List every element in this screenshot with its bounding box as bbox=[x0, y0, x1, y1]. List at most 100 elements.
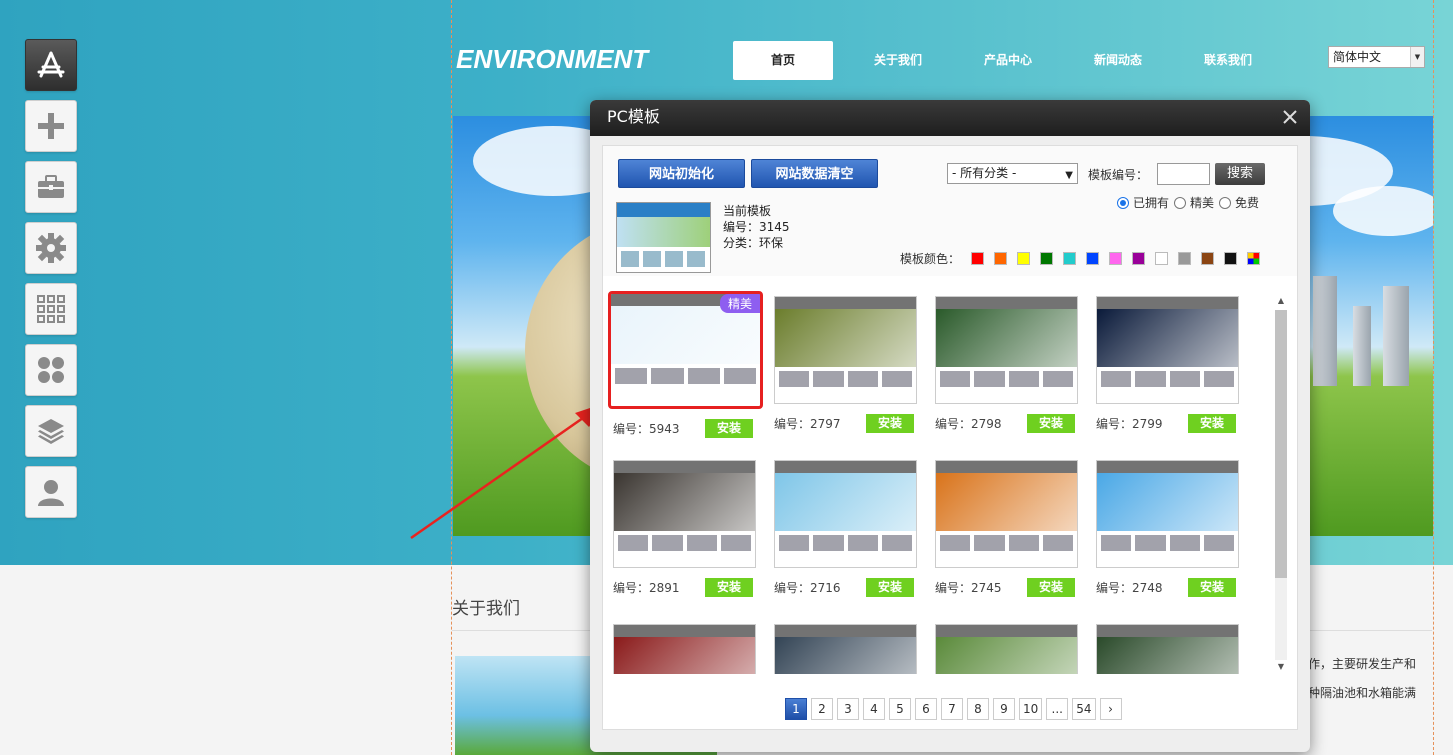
color-swatch[interactable] bbox=[1178, 252, 1191, 265]
clear-site-data-button[interactable]: 网站数据清空 bbox=[751, 159, 878, 188]
install-button[interactable]: 安装 bbox=[1188, 414, 1236, 433]
nav-about[interactable]: 关于我们 bbox=[843, 41, 953, 80]
page-button: ... bbox=[1046, 698, 1069, 720]
category-select[interactable]: - 所有分类 - ▼ bbox=[947, 163, 1078, 184]
page-button[interactable]: 2 bbox=[811, 698, 833, 720]
radio-free[interactable]: 免费 bbox=[1219, 194, 1259, 211]
page-button[interactable]: 5 bbox=[889, 698, 911, 720]
template-thumbnail[interactable]: 精美 bbox=[608, 291, 763, 409]
radio-owned[interactable]: 已拥有 bbox=[1117, 194, 1169, 211]
template-card[interactable]: 编号：2891 安装 bbox=[613, 460, 758, 597]
color-swatch[interactable] bbox=[1155, 252, 1168, 265]
template-thumbnail[interactable] bbox=[613, 624, 756, 674]
template-thumbnail[interactable] bbox=[1096, 460, 1239, 568]
template-number: 编号：2797 bbox=[774, 417, 841, 431]
radio-dot bbox=[1174, 196, 1187, 209]
template-thumbnail[interactable] bbox=[1096, 624, 1239, 674]
about-text-line: 合作，主要研发生产和 bbox=[1296, 657, 1417, 671]
template-thumbnail[interactable] bbox=[774, 296, 917, 404]
page-button[interactable]: 8 bbox=[967, 698, 989, 720]
template-thumbnail[interactable] bbox=[613, 460, 756, 568]
color-swatch-all[interactable] bbox=[1247, 252, 1260, 265]
template-thumbnail[interactable] bbox=[935, 296, 1078, 404]
color-swatches bbox=[971, 252, 1270, 265]
current-template-category: 分类：环保 bbox=[723, 236, 784, 250]
template-card[interactable]: 编号：2799 安装 bbox=[1096, 296, 1241, 433]
modules-button[interactable] bbox=[25, 344, 77, 396]
scroll-down-icon[interactable]: ▼ bbox=[1275, 662, 1287, 671]
user-icon bbox=[38, 480, 64, 506]
template-card[interactable]: 精美 编号：5943 安装 bbox=[608, 291, 763, 438]
template-card[interactable]: 编号：2798 安装 bbox=[935, 296, 1080, 433]
user-button[interactable] bbox=[25, 466, 77, 518]
install-button[interactable]: 安装 bbox=[705, 578, 753, 597]
color-swatch[interactable] bbox=[1086, 252, 1099, 265]
page-button[interactable]: 10 bbox=[1019, 698, 1043, 720]
radio-label: 精美 bbox=[1190, 196, 1215, 210]
language-select[interactable]: 简体中文 ▼ bbox=[1328, 46, 1425, 68]
template-meta: 编号：2716 安装 bbox=[774, 578, 914, 597]
template-card[interactable] bbox=[935, 624, 1080, 674]
template-thumbnail[interactable] bbox=[935, 460, 1078, 568]
nav-news[interactable]: 新闻动态 bbox=[1063, 41, 1173, 80]
template-card[interactable]: 编号：2748 安装 bbox=[1096, 460, 1241, 597]
apps-grid-button[interactable] bbox=[25, 283, 77, 335]
radio-premium[interactable]: 精美 bbox=[1174, 194, 1214, 211]
template-grid-scrollbar[interactable]: ▲ ▼ bbox=[1273, 296, 1287, 674]
template-number: 编号：2798 bbox=[935, 417, 1002, 431]
template-card[interactable] bbox=[774, 624, 919, 674]
template-thumbnail[interactable] bbox=[935, 624, 1078, 674]
template-number-input[interactable] bbox=[1157, 163, 1210, 185]
template-thumbnail[interactable] bbox=[774, 624, 917, 674]
scroll-thumb[interactable] bbox=[1275, 310, 1287, 578]
template-card[interactable]: 编号：2745 安装 bbox=[935, 460, 1080, 597]
page-button[interactable]: 7 bbox=[941, 698, 963, 720]
template-thumbnail[interactable] bbox=[774, 460, 917, 568]
nav-products[interactable]: 产品中心 bbox=[953, 41, 1063, 80]
template-card[interactable]: 编号：2716 安装 bbox=[774, 460, 919, 597]
init-site-button[interactable]: 网站初始化 bbox=[618, 159, 745, 188]
template-card[interactable]: 编号：2797 安装 bbox=[774, 296, 919, 433]
settings-button[interactable] bbox=[25, 222, 77, 274]
template-card[interactable] bbox=[1096, 624, 1241, 674]
page-button[interactable]: 9 bbox=[993, 698, 1015, 720]
toolbox-button[interactable] bbox=[25, 161, 77, 213]
template-number-label: 模板编号： bbox=[1088, 168, 1149, 182]
template-card[interactable] bbox=[613, 624, 758, 674]
color-swatch[interactable] bbox=[1201, 252, 1214, 265]
color-swatch[interactable] bbox=[1017, 252, 1030, 265]
install-button[interactable]: 安装 bbox=[1188, 578, 1236, 597]
color-swatch[interactable] bbox=[1132, 252, 1145, 265]
layers-icon bbox=[38, 419, 64, 444]
scroll-up-icon[interactable]: ▲ bbox=[1275, 296, 1287, 305]
install-button[interactable]: 安装 bbox=[866, 578, 914, 597]
color-swatch[interactable] bbox=[1063, 252, 1076, 265]
install-button[interactable]: 安装 bbox=[705, 419, 753, 438]
next-page-icon[interactable]: › bbox=[1099, 698, 1122, 720]
page-button[interactable]: 1 bbox=[785, 698, 807, 720]
nav-home[interactable]: 首页 bbox=[733, 41, 833, 80]
page-button[interactable]: 3 bbox=[837, 698, 859, 720]
color-swatch[interactable] bbox=[994, 252, 1007, 265]
close-icon[interactable] bbox=[1282, 109, 1298, 125]
color-swatch[interactable] bbox=[1109, 252, 1122, 265]
install-button[interactable]: 安装 bbox=[866, 414, 914, 433]
color-swatch[interactable] bbox=[971, 252, 984, 265]
site-logo[interactable]: ENVIRONMENT bbox=[456, 44, 648, 75]
page-button[interactable]: 54 bbox=[1072, 698, 1096, 720]
install-button[interactable]: 安装 bbox=[1027, 414, 1075, 433]
app-store-button[interactable] bbox=[25, 39, 77, 91]
page-button[interactable]: 6 bbox=[915, 698, 937, 720]
search-button[interactable]: 搜索 bbox=[1215, 163, 1265, 185]
about-section-title: 关于我们 bbox=[452, 599, 520, 619]
template-thumbnail[interactable] bbox=[1096, 296, 1239, 404]
layers-button[interactable] bbox=[25, 405, 77, 457]
add-button[interactable] bbox=[25, 100, 77, 152]
nav-contact[interactable]: 联系我们 bbox=[1173, 41, 1283, 80]
layout-guide-right bbox=[1433, 0, 1434, 755]
page-button[interactable]: 4 bbox=[863, 698, 885, 720]
color-swatch[interactable] bbox=[1040, 252, 1053, 265]
color-swatch[interactable] bbox=[1224, 252, 1237, 265]
install-button[interactable]: 安装 bbox=[1027, 578, 1075, 597]
clover-icon bbox=[38, 357, 64, 383]
